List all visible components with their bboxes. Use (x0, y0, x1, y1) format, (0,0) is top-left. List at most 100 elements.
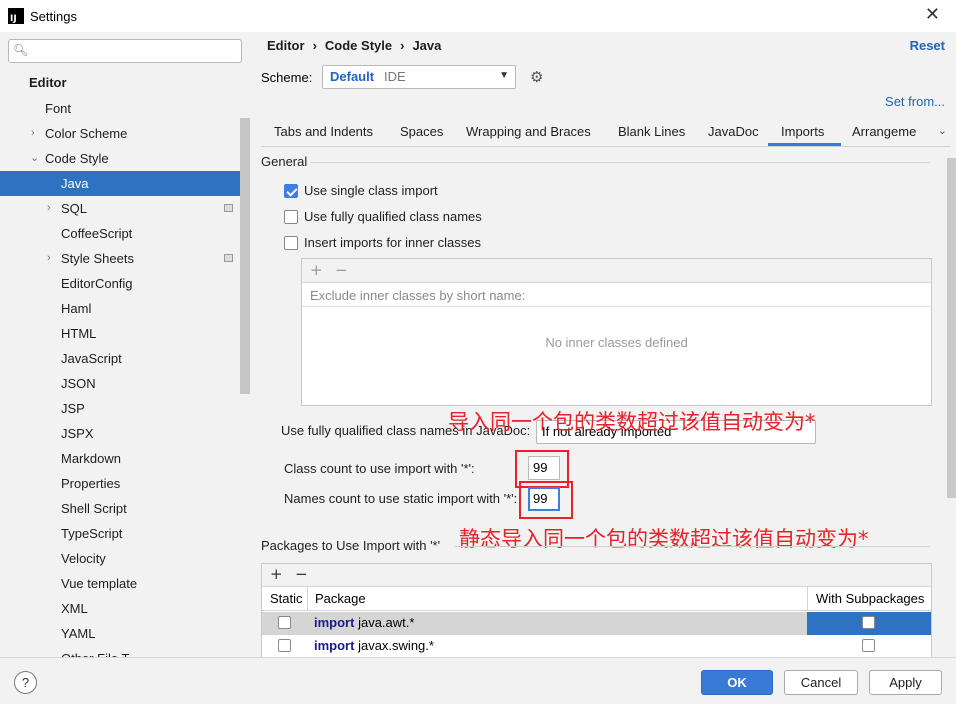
imports-content: General Use single class import Use full… (250, 148, 956, 657)
reset-link[interactable]: Reset (910, 38, 945, 53)
subpackages-checkbox[interactable] (862, 639, 875, 652)
sidebar-scrollbar[interactable] (240, 118, 250, 394)
sidebar-item-java[interactable]: Java (0, 171, 250, 196)
import-keyword: import (314, 638, 355, 653)
breadcrumb-separator: › (400, 38, 405, 53)
packages-section-title: Packages to Use Import with '*' (261, 538, 441, 553)
sidebar-item-xml[interactable]: XML (0, 596, 250, 621)
settings-search-input[interactable]: 🔍︎ (8, 39, 242, 63)
close-icon[interactable]: ✕ (925, 6, 940, 24)
sidebar-item-label: Java (61, 176, 89, 191)
sidebar-item-label: Font (45, 101, 72, 116)
sidebar-item-yaml[interactable]: YAML (0, 621, 250, 646)
sidebar-item-sql[interactable]: › SQL (0, 196, 250, 221)
packages-table-header: Static Package With Subpackages (262, 587, 931, 611)
settings-sidebar: 🔍︎ Editor Font › Color Scheme ⌄ Code Sty… (0, 32, 250, 657)
option-label: Insert imports for inner classes (304, 235, 482, 250)
sidebar-item-markdown[interactable]: Markdown (0, 446, 250, 471)
sidebar-item-json[interactable]: JSON (0, 371, 250, 396)
sidebar-item-label: YAML (61, 626, 96, 641)
sidebar-item-jspx[interactable]: JSPX (0, 421, 250, 446)
scheme-value: Default (330, 69, 375, 84)
chevron-right-icon[interactable]: › (47, 246, 51, 271)
sidebar-item-label: Other File T... (61, 646, 139, 657)
sidebar-item-vue-template[interactable]: Vue template (0, 571, 250, 596)
breadcrumb: Editor › Code Style › Java (267, 38, 441, 53)
package-cell: import java.awt.* (314, 615, 414, 630)
chevron-down-icon[interactable]: ⌄ (938, 124, 947, 137)
section-divider (455, 546, 930, 547)
sidebar-item-html[interactable]: HTML (0, 321, 250, 346)
chevron-right-icon[interactable]: › (47, 196, 51, 221)
tab-javadoc[interactable]: JavaDoc (708, 124, 759, 139)
sidebar-item-label: Markdown (61, 451, 121, 466)
gear-icon[interactable]: ⚙ (530, 68, 543, 86)
content-scrollbar[interactable] (947, 158, 956, 498)
static-checkbox[interactable] (278, 639, 291, 652)
sidebar-item-label: JSPX (61, 426, 94, 441)
use-single-class-import-option[interactable]: Use single class import (284, 183, 438, 198)
remove-icon[interactable]: − (295, 565, 308, 583)
sidebar-item-label: XML (61, 601, 88, 616)
sidebar-item-color-scheme[interactable]: › Color Scheme (0, 121, 250, 146)
sidebar-item-font[interactable]: Font (0, 96, 250, 121)
dialog-footer: ? OK Cancel Apply (0, 657, 956, 704)
subpackages-cell (807, 612, 931, 635)
sidebar-item-label: Color Scheme (45, 126, 128, 141)
table-row[interactable]: import java.awt.* (262, 612, 931, 635)
table-row[interactable]: import javax.swing.* (262, 635, 931, 657)
column-header-static[interactable]: Static (270, 591, 303, 606)
tab-wrapping-and-braces[interactable]: Wrapping and Braces (466, 124, 591, 139)
checkbox[interactable] (284, 183, 298, 198)
cancel-button[interactable]: Cancel (784, 670, 858, 695)
sidebar-item-javascript[interactable]: JavaScript (0, 346, 250, 371)
general-section-title: General (261, 154, 308, 169)
apply-button[interactable]: Apply (869, 670, 942, 695)
search-icon: 🔍︎ (13, 43, 29, 57)
intellij-app-icon: IJ (8, 8, 24, 24)
sidebar-item-velocity[interactable]: Velocity (0, 546, 250, 571)
tab-spaces[interactable]: Spaces (400, 124, 443, 139)
sidebar-item-code-style[interactable]: ⌄ Code Style (0, 146, 250, 171)
sidebar-item-other-file-types[interactable]: Other File T... (0, 646, 250, 657)
inner-classes-list: + − Exclude inner classes by short name:… (301, 258, 932, 406)
subpackages-checkbox[interactable] (862, 616, 875, 629)
use-fully-qualified-names-option[interactable]: Use fully qualified class names (284, 209, 482, 224)
names-count-label: Names count to use static import with '*… (284, 491, 518, 506)
tab-blank-lines[interactable]: Blank Lines (618, 124, 685, 139)
chevron-down-icon[interactable]: ⌄ (30, 146, 39, 171)
checkbox[interactable] (284, 209, 298, 224)
sidebar-item-editorconfig[interactable]: EditorConfig (0, 271, 250, 296)
scheme-select[interactable]: Default IDE ▼ (322, 65, 516, 89)
set-from-link[interactable]: Set from... (885, 94, 945, 109)
sidebar-item-typescript[interactable]: TypeScript (0, 521, 250, 546)
sidebar-item-coffeescript[interactable]: CoffeeScript (0, 221, 250, 246)
chevron-right-icon[interactable]: › (31, 121, 35, 146)
scheme-label: Scheme: (261, 70, 313, 85)
annotation-box (519, 481, 573, 519)
sidebar-item-label: Style Sheets (61, 251, 134, 266)
project-scope-icon (224, 204, 233, 212)
tab-tabs-and-indents[interactable]: Tabs and Indents (274, 124, 373, 139)
column-header-subpackages[interactable]: With Subpackages (816, 591, 924, 606)
sidebar-item-jsp[interactable]: JSP (0, 396, 250, 421)
help-icon[interactable]: ? (14, 671, 37, 694)
tab-arrangement[interactable]: Arrangeme (852, 124, 916, 139)
add-icon[interactable]: + (310, 261, 323, 279)
tab-imports[interactable]: Imports (781, 124, 824, 139)
ok-button[interactable]: OK (701, 670, 773, 695)
remove-icon[interactable]: − (335, 261, 348, 279)
sidebar-item-editor[interactable]: Editor (0, 70, 250, 95)
sidebar-item-properties[interactable]: Properties (0, 471, 250, 496)
column-header-package[interactable]: Package (315, 591, 366, 606)
sidebar-item-haml[interactable]: Haml (0, 296, 250, 321)
sidebar-item-label: JSON (61, 376, 96, 391)
sidebar-item-shell-script[interactable]: Shell Script (0, 496, 250, 521)
sidebar-item-style-sheets[interactable]: › Style Sheets (0, 246, 250, 271)
add-icon[interactable]: + (270, 565, 283, 583)
insert-imports-inner-classes-option[interactable]: Insert imports for inner classes (284, 235, 481, 250)
sidebar-item-label: Shell Script (61, 501, 127, 516)
checkbox[interactable] (284, 235, 298, 250)
static-checkbox[interactable] (278, 616, 291, 629)
class-count-label: Class count to use import with '*': (284, 461, 475, 476)
